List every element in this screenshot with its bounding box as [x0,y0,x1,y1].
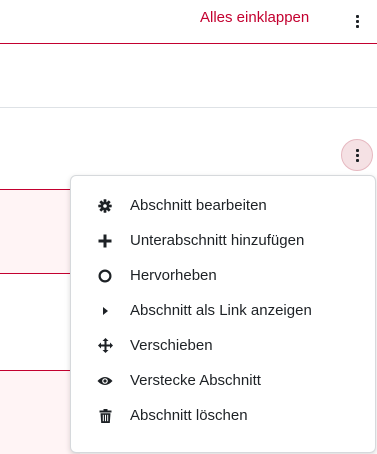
gear-icon [97,198,113,214]
menu-item-hide-section[interactable]: Verstecke Abschnitt [71,363,375,398]
kebab-dot [355,153,359,157]
menu-item-add-subsection[interactable]: Unterabschnitt hinzufügen [71,223,375,258]
menu-item-label: Verstecke Abschnitt [130,372,261,389]
eye-icon [97,373,113,389]
menu-item-move[interactable]: Verschieben [71,328,375,363]
menu-item-delete-section[interactable]: Abschnitt löschen [71,398,375,433]
move-arrows-icon [97,338,113,354]
menu-item-label: Verschieben [130,337,213,354]
trash-icon [97,408,113,424]
menu-item-highlight[interactable]: Hervorheben [71,258,375,293]
kebab-menu-icon[interactable] [350,10,364,32]
plus-icon [97,233,113,249]
menu-item-label: Abschnitt bearbeiten [130,197,267,214]
menu-item-edit-section[interactable]: Abschnitt bearbeiten [71,188,375,223]
kebab-dot [355,148,359,152]
menu-item-label: Hervorheben [130,267,217,284]
kebab-dot [355,158,359,162]
section-actions-menu: Abschnitt bearbeiten Unterabschnitt hinz… [70,175,376,453]
section-menu-button[interactable] [341,139,373,171]
section-background [0,189,80,274]
collapse-all-link[interactable]: Alles einklappen [200,9,309,26]
divider [0,43,377,44]
menu-item-show-as-link[interactable]: Abschnitt als Link anzeigen [71,293,375,328]
divider [0,107,377,108]
circle-outline-icon [97,268,113,284]
menu-item-label: Abschnitt als Link anzeigen [130,302,312,319]
section-background [0,370,80,454]
menu-item-label: Abschnitt löschen [130,407,248,424]
caret-right-icon [97,303,113,319]
menu-item-label: Unterabschnitt hinzufügen [130,232,305,249]
